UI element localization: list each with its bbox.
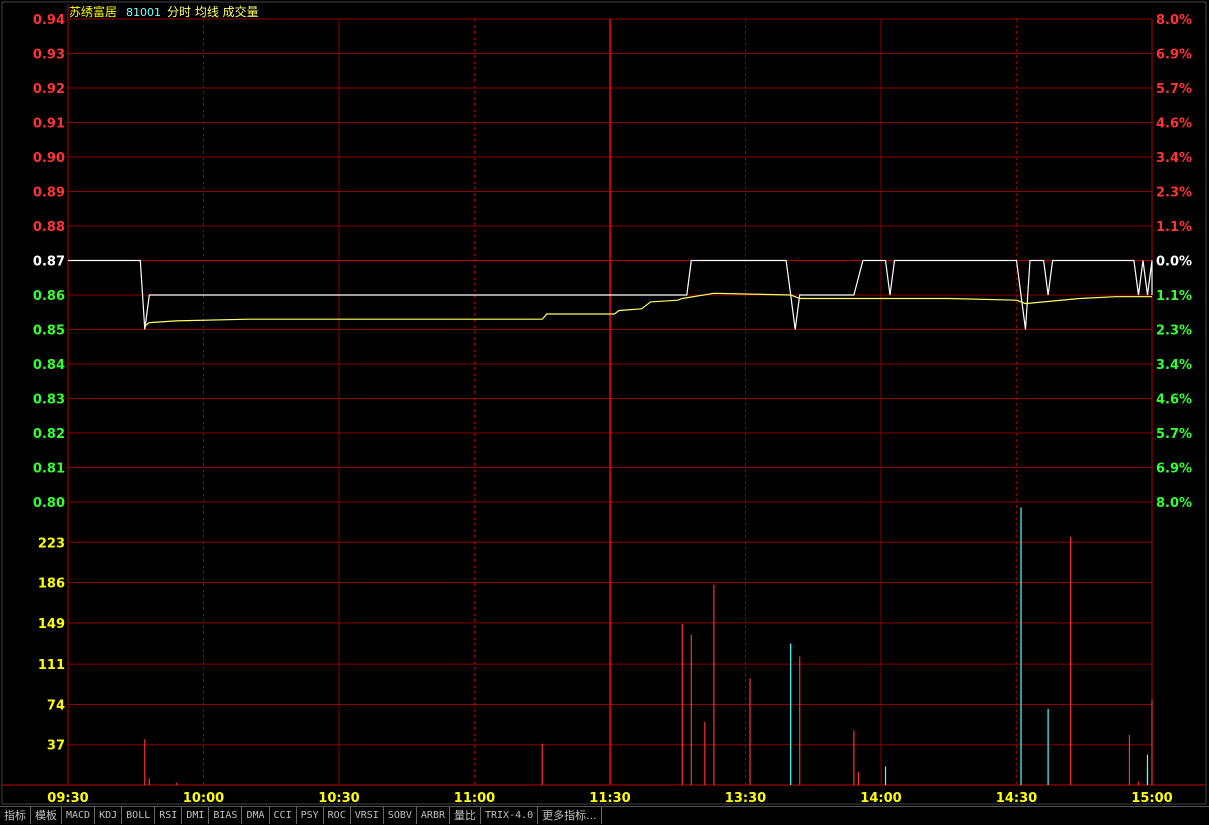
chart-header: 苏绣富居 81001 分时 均线 成交量 — [69, 4, 259, 19]
volume-tick-label: 74 — [47, 698, 65, 713]
pct-tick-label: 2.3% — [1156, 324, 1192, 339]
stock-name: 苏绣富居 — [69, 4, 117, 19]
volume-tick-label: 37 — [47, 739, 65, 754]
pct-tick-label: 6.9% — [1156, 462, 1192, 477]
price-tick-label: 0.91 — [33, 117, 65, 132]
volume-tick-label: 111 — [38, 658, 65, 673]
volume-tick-label: 186 — [38, 577, 65, 592]
pct-tick-label: 6.9% — [1156, 48, 1192, 63]
indicator-tab-bar: 指标 模板 MACD KDJ BOLL RSI DMI BIAS DMA CCI PSY ROC VRS… — [0, 806, 1209, 825]
price-tick-label: 0.82 — [33, 427, 65, 442]
price-tick-label: 0.88 — [33, 220, 65, 235]
pct-tick-label: 2.3% — [1156, 186, 1192, 201]
chart-grid — [1, 1, 1207, 805]
time-tick-label: 10:30 — [318, 791, 359, 806]
axis-labels: 0.94 8.0% 0.93 6.9% 0.92 5.7% 0.91 4.6% 0.90 3.4%… — [33, 13, 1192, 806]
intraday-chart[interactable]: 0.94 8.0% 0.93 6.9% 0.92 5.7% 0.91 4.6% 0.90 3.4%… — [0, 0, 1209, 806]
indicator-tab[interactable]: ROC — [324, 807, 351, 824]
time-tick-label: 11:00 — [454, 791, 495, 806]
indicator-tab[interactable]: SOBV — [384, 807, 417, 824]
indicator-tab[interactable]: 模板 — [31, 807, 62, 824]
time-tick-label: 13:30 — [725, 791, 766, 806]
pct-tick-label: 8.0% — [1156, 496, 1192, 511]
pct-tick-label: 5.7% — [1156, 427, 1192, 442]
pct-tick-label: 1.1% — [1156, 220, 1192, 235]
price-tick-label: 0.89 — [33, 186, 65, 201]
price-tick-label: 0.87 — [33, 255, 65, 270]
indicator-names: 分时 均线 成交量 — [167, 4, 259, 19]
indicator-tab[interactable]: ARBR — [417, 807, 450, 824]
indicator-tab[interactable]: PSY — [297, 807, 324, 824]
indicator-tab[interactable]: 更多指标... — [538, 807, 602, 824]
volume-tick-label: 149 — [38, 617, 65, 632]
price-tick-label: 0.80 — [33, 496, 65, 511]
price-tick-label: 0.92 — [33, 82, 65, 97]
price-tick-label: 0.86 — [33, 289, 65, 304]
indicator-tab[interactable]: 指标 — [0, 807, 31, 824]
time-tick-label: 11:30 — [589, 791, 630, 806]
price-tick-label: 0.85 — [33, 324, 65, 339]
price-tick-label: 0.93 — [33, 48, 65, 63]
pct-tick-label: 0.0% — [1156, 255, 1192, 270]
indicator-tab[interactable]: TRIX-4.0 — [481, 807, 539, 824]
time-tick-label: 14:00 — [860, 791, 901, 806]
time-tick-label: 10:00 — [183, 791, 224, 806]
pct-tick-label: 4.6% — [1156, 117, 1192, 132]
price-tick-label: 0.84 — [33, 358, 65, 373]
price-tick-label: 0.83 — [33, 393, 65, 408]
price-tick-label: 0.81 — [33, 462, 65, 477]
indicator-tab[interactable]: DMA — [242, 807, 270, 824]
indicator-tab[interactable]: BOLL — [122, 807, 156, 824]
time-tick-label: 14:30 — [996, 791, 1037, 806]
pct-tick-label: 8.0% — [1156, 13, 1192, 28]
indicator-tab[interactable]: RSI — [155, 807, 183, 824]
pct-tick-label: 3.4% — [1156, 151, 1192, 166]
pct-tick-label: 5.7% — [1156, 82, 1192, 97]
volume-tick-label: 223 — [38, 536, 65, 551]
stock-code: 81001 — [126, 6, 161, 19]
indicator-tab[interactable]: 量比 — [450, 807, 481, 824]
volume-bars — [144, 507, 1153, 785]
time-tick-label: 09:30 — [47, 791, 88, 806]
price-tick-label: 0.94 — [33, 13, 65, 28]
indicator-tab[interactable]: KDJ — [95, 807, 123, 824]
indicator-tab[interactable]: VRSI — [351, 807, 384, 824]
price-tick-label: 0.90 — [33, 151, 65, 166]
average-line — [144, 292, 1152, 327]
indicator-tab[interactable]: CCI — [270, 807, 297, 824]
indicator-tab[interactable]: BIAS — [209, 807, 243, 824]
pct-tick-label: 1.1% — [1156, 289, 1192, 304]
time-tick-label: 15:00 — [1131, 791, 1172, 806]
pct-tick-label: 4.6% — [1156, 393, 1192, 408]
pct-tick-label: 3.4% — [1156, 358, 1192, 373]
indicator-tab[interactable]: MACD — [62, 807, 96, 824]
indicator-tab[interactable]: DMI — [182, 807, 210, 824]
